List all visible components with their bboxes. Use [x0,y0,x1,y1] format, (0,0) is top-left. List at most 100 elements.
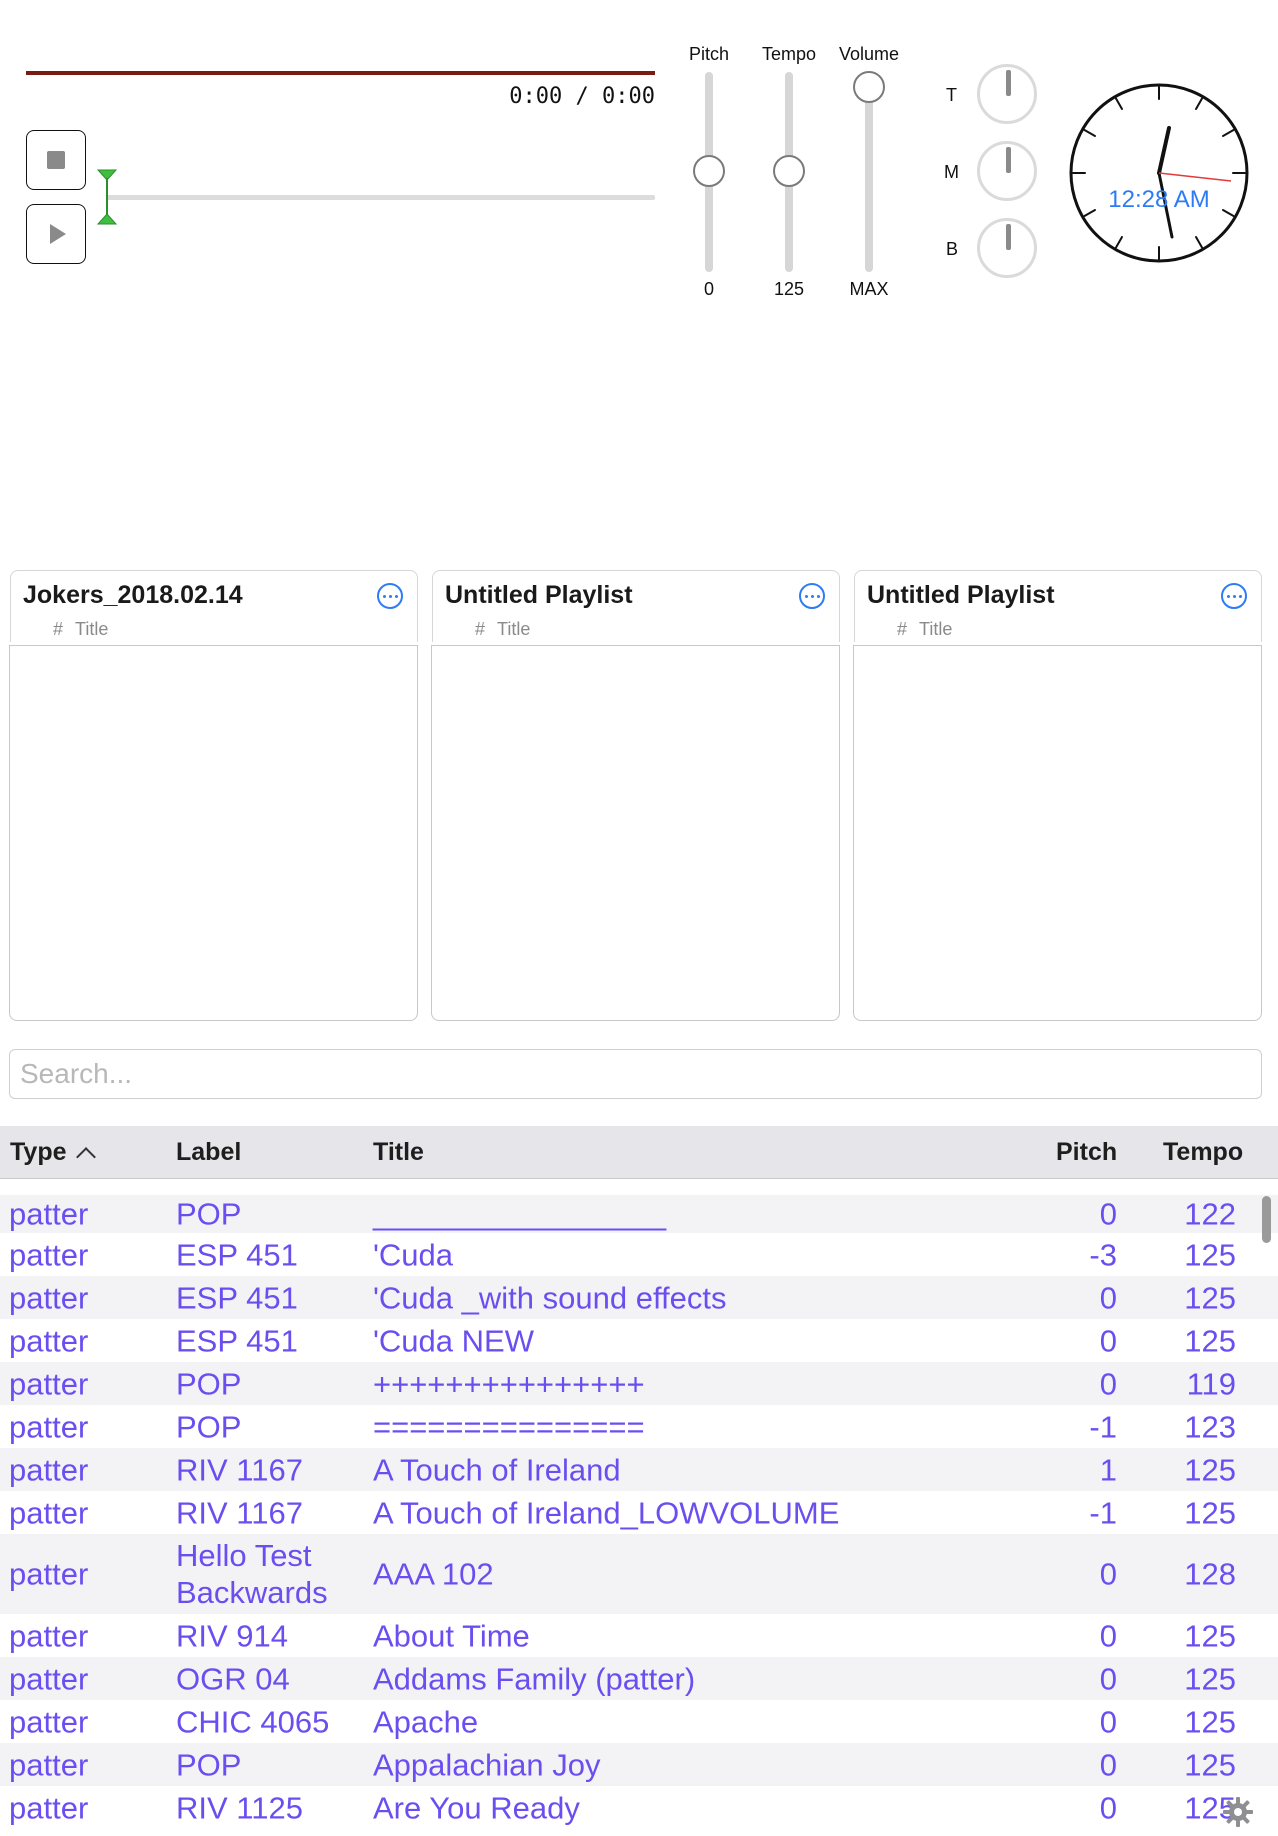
cell-label: POP [176,1366,242,1401]
cell-pitch: 0 [1099,1618,1117,1653]
column-header-label[interactable]: Label [176,1138,241,1167]
column-title: Title [919,619,953,639]
cell-tempo: 125 [1184,1618,1236,1653]
cell-tempo: 125 [1184,1704,1236,1739]
seek-track[interactable] [106,195,655,200]
table-row[interactable]: patter POP _________________ 0 122 [0,1195,1278,1233]
table-row[interactable]: patter ESP 451 'Cuda -3 125 [0,1233,1278,1276]
cell-tempo: 125 [1184,1747,1236,1782]
cell-type: patter [9,1323,89,1358]
table-row[interactable]: patter ESP 451 'Cuda NEW 0 125 [0,1319,1278,1362]
cell-pitch: 1 [1099,1452,1117,1487]
cell-type: patter [9,1704,89,1739]
cell-title: 'Cuda NEW [373,1323,534,1358]
progress-line [26,71,655,75]
cell-title: About Time [373,1618,530,1653]
playlist-3-list[interactable] [853,645,1262,1021]
cell-pitch: 0 [1099,1790,1117,1825]
search-input[interactable] [9,1049,1262,1099]
cell-label: POP [176,1409,242,1444]
gear-icon[interactable] [1222,1796,1254,1828]
cell-title: Are You Ready [373,1790,580,1825]
analog-clock [1069,83,1249,263]
cell-pitch: -1 [1089,1409,1117,1444]
cell-pitch: 0 [1099,1704,1117,1739]
cell-tempo: 125 [1184,1323,1236,1358]
table-row[interactable]: patter RIV 1167 A Touch of Ireland_LOWVOLU… [0,1491,1278,1534]
cell-title: =============== [373,1409,645,1444]
table-row[interactable]: patter CHIC 4065 Apache 0 125 [0,1700,1278,1743]
stop-icon [47,151,65,169]
table-row[interactable]: patter POP =============== -1 123 [0,1405,1278,1448]
treble-label: T [946,85,957,105]
bass-knob[interactable] [977,218,1037,278]
cell-type: patter [9,1280,89,1315]
cell-title: AAA 102 [373,1556,494,1592]
mid-knob[interactable] [977,141,1037,201]
sort-ascending-icon [75,1147,96,1167]
cell-label: ESP 451 [176,1323,298,1358]
column-header-tempo[interactable]: Tempo [1163,1138,1243,1167]
cell-tempo: 123 [1184,1409,1236,1444]
play-button[interactable] [26,204,86,264]
column-title: Title [75,619,109,639]
cell-type: patter [9,1618,89,1653]
table-row[interactable]: patter ESP 451 'Cuda _with sound effects 0 1… [0,1276,1278,1319]
table-row[interactable]: patter RIV 1125 Are You Ready 0 125 [0,1786,1278,1829]
cell-title: Addams Family (patter) [373,1661,696,1696]
treble-knob[interactable] [977,64,1037,124]
cell-type: patter [9,1495,89,1530]
playlist-3-header: Untitled Playlist # Title [854,570,1262,642]
cell-title: Apache [373,1704,479,1739]
cell-pitch: -1 [1089,1495,1117,1530]
cell-label: RIV 1167 [176,1452,303,1487]
seek-handle[interactable] [96,168,118,226]
volume-knob[interactable] [853,71,885,103]
table-header: Type Label Title Pitch Tempo [0,1126,1278,1179]
cell-pitch: 0 [1099,1556,1117,1592]
cell-label: ESP 451 [176,1237,298,1272]
table-row[interactable]: patter POP +++++++++++++++ 0 119 [0,1362,1278,1405]
cell-pitch: 0 [1099,1366,1117,1401]
mid-label: M [944,162,959,182]
time-readout: 0:00 / 0:00 [509,84,655,109]
cell-type: patter [9,1747,89,1782]
playlist-1-title: Jokers_2018.02.14 [23,581,243,609]
tempo-knob[interactable] [773,155,805,187]
cell-tempo: 125 [1184,1661,1236,1696]
cell-pitch: 0 [1099,1196,1117,1232]
table-row[interactable]: patter RIV 1167 A Touch of Ireland 1 125 [0,1448,1278,1491]
cell-label: CHIC 4065 [176,1704,330,1739]
cell-label: OGR 04 [176,1661,290,1696]
playlist-2-title: Untitled Playlist [445,581,633,609]
cell-type: patter [9,1366,89,1401]
cell-type: patter [9,1409,89,1444]
more-icon[interactable] [377,583,403,609]
table-row[interactable]: patter POP Appalachian Joy 0 125 [0,1743,1278,1786]
column-header-pitch[interactable]: Pitch [1056,1138,1117,1167]
cell-title: A Touch of Ireland [373,1452,621,1487]
cell-label: RIV 1125 [176,1790,303,1825]
song-table: patter POP _________________ 0 122 patter ESP … [0,1195,1278,1836]
column-header-type[interactable]: Type [10,1138,96,1167]
column-header-title[interactable]: Title [373,1138,424,1167]
table-row[interactable]: patter OGR 04 Addams Family (patter) 0 125 [0,1657,1278,1700]
more-icon[interactable] [799,583,825,609]
playlist-2-list[interactable] [431,645,840,1021]
table-row[interactable]: patter Hello Test Backwards AAA 102 0 128 [0,1534,1278,1614]
table-row[interactable]: patter RIV 914 About Time 0 125 [0,1614,1278,1657]
cell-pitch: 0 [1099,1661,1117,1696]
cell-type: patter [9,1196,89,1232]
cell-pitch: 0 [1099,1280,1117,1315]
playlist-1-list[interactable] [9,645,418,1021]
cell-tempo: 128 [1184,1556,1236,1592]
stop-button[interactable] [26,130,86,190]
more-icon[interactable] [1221,583,1247,609]
cell-label: RIV 1167 [176,1495,303,1530]
cell-pitch: -3 [1089,1237,1117,1272]
column-title: Title [497,619,531,639]
cell-type: patter [9,1237,89,1272]
pitch-knob[interactable] [693,155,725,187]
scrollbar[interactable] [1262,1196,1271,1243]
cell-type: patter [9,1556,89,1592]
